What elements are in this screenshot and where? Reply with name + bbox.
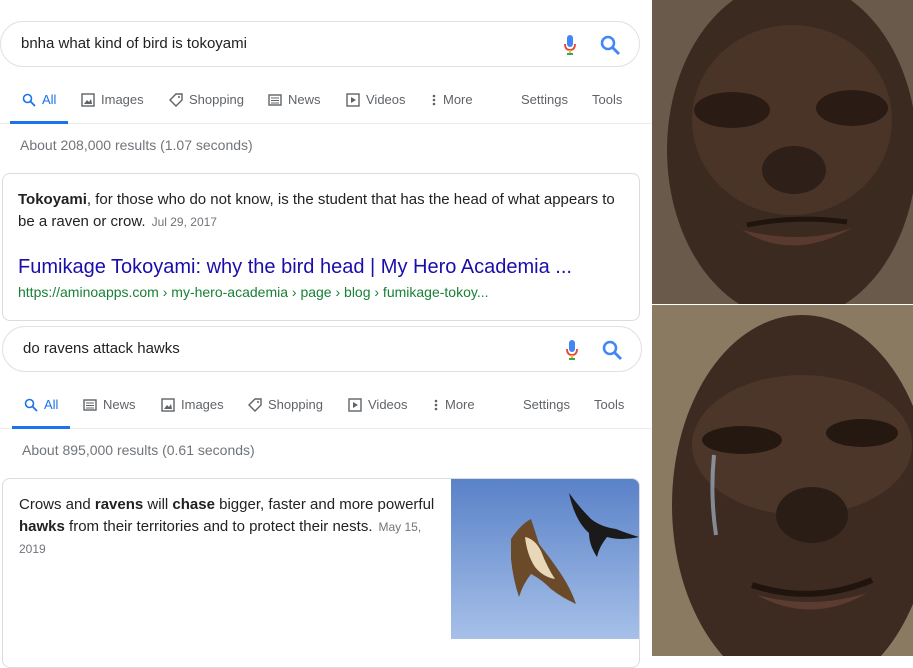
tab-videos[interactable]: Videos xyxy=(348,397,408,412)
tab-label: Images xyxy=(101,92,144,107)
mic-icon[interactable] xyxy=(563,34,577,56)
tab-videos[interactable]: Videos xyxy=(346,92,406,107)
tab-label: News xyxy=(103,397,136,412)
search-icon[interactable] xyxy=(601,339,623,361)
snippet-part: will xyxy=(143,496,173,513)
tab-label: Videos xyxy=(366,92,406,107)
tab-label: Videos xyxy=(368,397,408,412)
tab-label: All xyxy=(44,397,59,412)
tools-link[interactable]: Tools xyxy=(594,397,624,412)
tab-images[interactable]: Images xyxy=(81,92,144,107)
tab-label: News xyxy=(288,92,321,107)
snippet-part: Crows and xyxy=(19,496,95,513)
more-vert-icon xyxy=(434,399,438,410)
snippet-text: Tokoyami, for those who do not know, is … xyxy=(18,189,618,233)
featured-snippet: Crows and ravens will chase bigger, fast… xyxy=(2,478,640,668)
tab-more[interactable]: More xyxy=(431,92,473,107)
image-icon xyxy=(81,92,95,107)
tab-label: All xyxy=(42,92,57,107)
bottom-search-panel: do ravens attack hawks All News Images S… xyxy=(0,324,652,668)
tab-more[interactable]: More xyxy=(433,397,475,412)
result-stats: About 208,000 results (1.07 seconds) xyxy=(20,137,253,153)
crying-man-face-top xyxy=(652,0,913,304)
video-icon xyxy=(346,92,360,107)
settings-link[interactable]: Settings xyxy=(523,397,570,412)
snippet-text: Crows and ravens will chase bigger, fast… xyxy=(19,494,439,560)
tag-icon xyxy=(248,397,262,412)
tab-label: More xyxy=(445,397,475,412)
top-search-panel: bnha what kind of bird is tokoyami All I… xyxy=(0,0,652,322)
snippet-part: from their territories and to protect th… xyxy=(64,518,373,535)
news-icon xyxy=(268,93,282,106)
top-search-box[interactable]: bnha what kind of bird is tokoyami xyxy=(0,21,640,67)
bottom-search-query: do ravens attack hawks xyxy=(23,340,180,357)
tools-link[interactable]: Tools xyxy=(592,92,622,107)
top-search-query: bnha what kind of bird is tokoyami xyxy=(21,35,247,52)
tab-news[interactable]: News xyxy=(268,92,321,107)
bottom-tab-bar: All News Images Shopping Videos More Set… xyxy=(0,383,652,429)
more-vert-icon xyxy=(432,94,436,105)
snippet-bold: Tokoyami xyxy=(18,191,87,208)
tag-icon xyxy=(169,92,183,107)
snippet-bold: chase xyxy=(172,496,215,513)
tools-label: Tools xyxy=(592,92,623,107)
search-icon xyxy=(24,398,38,412)
search-icon[interactable] xyxy=(599,34,621,56)
settings-link[interactable]: Settings xyxy=(521,92,568,107)
news-icon xyxy=(83,398,97,411)
result-title-link[interactable]: Fumikage Tokoyami: why the bird head | M… xyxy=(18,256,572,279)
result-stats: About 895,000 results (0.61 seconds) xyxy=(22,442,255,458)
mic-icon[interactable] xyxy=(565,339,579,361)
snippet-bold: ravens xyxy=(94,496,144,513)
image-icon xyxy=(161,397,175,412)
tab-label: Shopping xyxy=(189,92,244,107)
tab-shopping[interactable]: Shopping xyxy=(169,92,244,107)
tab-shopping[interactable]: Shopping xyxy=(248,397,323,412)
snippet-bold: hawks xyxy=(19,518,65,535)
tools-label: Tools xyxy=(594,397,625,412)
active-tab-indicator xyxy=(12,426,70,429)
snippet-body: , for those who do not know, is the stud… xyxy=(18,191,615,230)
snippet-date: Jul 29, 2017 xyxy=(151,215,217,229)
settings-label: Settings xyxy=(521,92,568,107)
settings-label: Settings xyxy=(523,397,570,412)
video-icon xyxy=(348,397,362,412)
birds-thumbnail[interactable] xyxy=(451,479,640,639)
tab-label: Shopping xyxy=(268,397,323,412)
active-tab-indicator xyxy=(10,121,68,124)
tab-news[interactable]: News xyxy=(83,397,136,412)
top-tab-bar: All Images Shopping News Videos More Set… xyxy=(0,78,652,124)
crying-man-face-bottom xyxy=(652,305,913,656)
snippet-part: bigger, faster and more powerful xyxy=(214,496,435,513)
search-icon xyxy=(22,93,36,107)
tab-label: More xyxy=(443,92,473,107)
tab-all[interactable]: All xyxy=(22,92,56,107)
bottom-search-box[interactable]: do ravens attack hawks xyxy=(2,326,642,372)
result-url[interactable]: https://aminoapps.com › my-hero-academia… xyxy=(18,284,489,300)
featured-snippet: Tokoyami, for those who do not know, is … xyxy=(2,173,640,321)
tab-images[interactable]: Images xyxy=(161,397,224,412)
tab-label: Images xyxy=(181,397,224,412)
tab-all[interactable]: All xyxy=(24,397,58,412)
